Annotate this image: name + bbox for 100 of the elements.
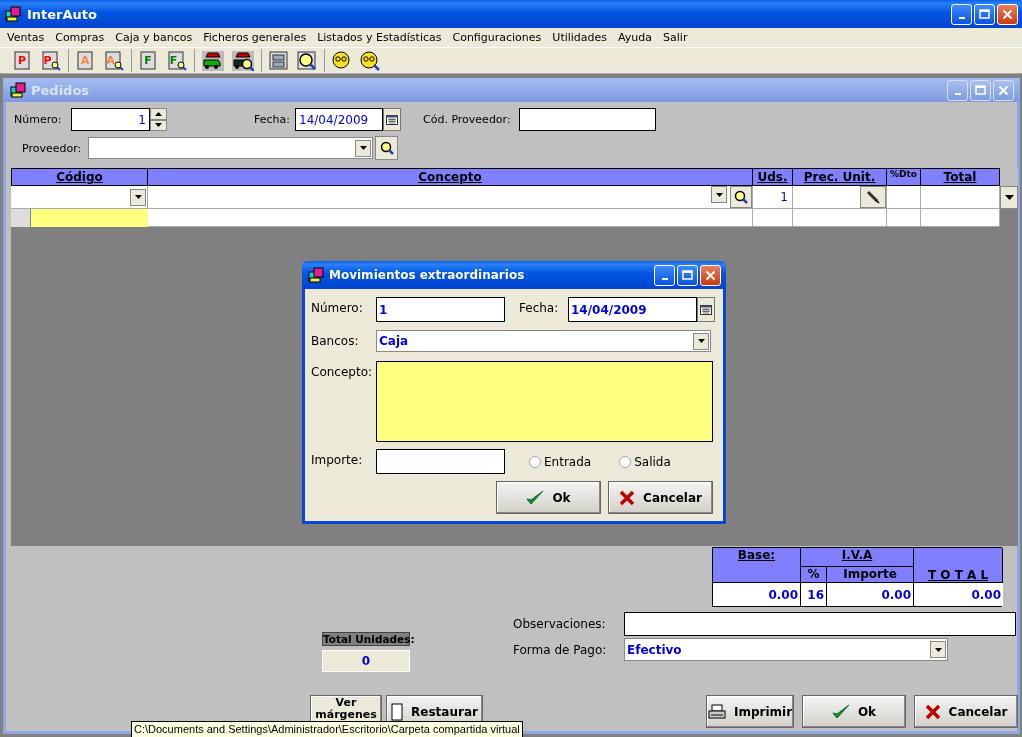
column-header: % <box>801 567 827 583</box>
number-field[interactable]: 1 <box>71 108 150 131</box>
ok-button[interactable]: Ok <box>802 695 906 728</box>
dropdown-button[interactable] <box>693 332 709 350</box>
search-icon <box>733 189 749 205</box>
price-field[interactable] <box>793 186 887 209</box>
menu-item[interactable]: Configuraciones <box>447 30 548 44</box>
maximize-icon <box>682 270 693 280</box>
caret-icon <box>934 647 942 652</box>
column-header: Uds. <box>753 168 793 186</box>
document-search-icon[interactable]: F <box>167 50 187 71</box>
payment-combo[interactable]: Efectivo <box>624 638 948 661</box>
table-cell: 1 <box>753 186 793 209</box>
close-icon <box>1002 8 1013 20</box>
window-icon[interactable] <box>269 50 289 71</box>
app-icon <box>4 5 22 23</box>
row-selector[interactable] <box>11 209 31 227</box>
calendar-button[interactable] <box>697 297 715 322</box>
dropdown-button[interactable] <box>130 188 146 206</box>
dropdown-button[interactable] <box>355 139 371 157</box>
ok-button[interactable]: Ok <box>496 481 601 514</box>
caret-icon <box>697 339 705 343</box>
dialog-title: Movimientos extraordinarios <box>329 268 526 282</box>
dropdown-button[interactable] <box>711 186 727 203</box>
field-label: Número: <box>311 300 364 317</box>
menu-item[interactable]: Ficheros generales <box>198 30 313 44</box>
dropdown-button[interactable] <box>930 641 946 658</box>
menu-item[interactable]: Utilidades <box>547 30 614 44</box>
pencil-button[interactable] <box>860 186 886 208</box>
cars-icon[interactable] <box>202 50 224 71</box>
maximize-icon <box>975 85 986 95</box>
close-icon <box>998 84 1009 96</box>
cancel-button[interactable]: Cancelar <box>914 695 1018 728</box>
dropdown-button[interactable] <box>1000 186 1018 209</box>
smiley-icon[interactable] <box>332 50 352 71</box>
menu-item[interactable]: Salir <box>658 30 694 44</box>
menu-item[interactable]: Listados y Estadísticas <box>312 30 448 44</box>
caret-icon <box>359 146 367 150</box>
table-cell: 16 <box>801 583 827 606</box>
date-field[interactable]: 14/04/2009 <box>568 297 697 322</box>
calendar-icon <box>386 114 398 125</box>
minimize-button[interactable] <box>947 79 968 101</box>
check-icon <box>831 703 850 720</box>
date-field[interactable]: 14/04/2009 <box>295 108 383 131</box>
column-header: Concepto <box>148 168 753 186</box>
menu-item[interactable]: Ventas <box>2 30 51 44</box>
number-field[interactable]: 1 <box>376 297 505 322</box>
table-cell <box>887 209 921 227</box>
spin-up-button[interactable] <box>150 108 167 120</box>
column-header: T O T A L <box>914 548 1003 583</box>
menu-item[interactable]: Caja y bancos <box>110 30 199 44</box>
field-label: Bancos: <box>311 333 360 350</box>
minimize-icon <box>661 278 668 280</box>
caret-icon <box>1004 195 1014 200</box>
print-button[interactable]: Imprimir <box>706 695 794 728</box>
table-cell: 0.00 <box>713 583 801 606</box>
close-button[interactable] <box>993 79 1014 101</box>
column-header: Código <box>11 168 148 186</box>
maximize-icon <box>979 9 990 19</box>
menu-item[interactable]: Ayuda <box>613 30 659 44</box>
total-units-value: 0 <box>322 650 410 672</box>
document-icon[interactable]: F <box>139 50 159 71</box>
smiley-search-icon[interactable] <box>360 50 380 71</box>
supplier-code-field[interactable] <box>519 108 656 131</box>
column-header: Importe <box>827 567 914 583</box>
field-label: Número: <box>14 113 63 126</box>
search-button[interactable] <box>730 186 752 208</box>
notes-field[interactable] <box>624 612 1016 636</box>
field-label: Forma de Pago: <box>513 642 608 657</box>
caret-icon <box>134 195 142 199</box>
car-search-icon[interactable] <box>232 50 254 71</box>
column-header: Base: <box>713 548 801 583</box>
radio-button[interactable]: Entrada <box>529 454 592 469</box>
table-cell <box>753 209 793 227</box>
table-cell: 0.00 <box>827 583 914 606</box>
close-icon <box>705 269 716 281</box>
calendar-button[interactable] <box>383 108 401 131</box>
field-label: Observaciones: <box>513 617 607 631</box>
minimize-icon <box>954 93 961 95</box>
amount-field[interactable] <box>376 449 505 474</box>
calendar-icon <box>700 304 712 315</box>
field-label: Fecha: <box>254 113 291 126</box>
table-cell: 0.00 <box>914 583 1003 606</box>
tooltip: C:\Documents and Settings\Administrador\Escritorio\Carpeta compartida virtual <box>131 721 523 737</box>
window-search-icon[interactable] <box>297 50 317 71</box>
cancel-button[interactable]: Cancelar <box>608 481 713 514</box>
cross-icon <box>619 489 636 506</box>
app-icon <box>307 266 325 284</box>
menu-item[interactable]: Compras <box>50 30 111 44</box>
cross-icon <box>924 703 941 720</box>
column-header: Prec. Unit. <box>793 168 887 186</box>
concept-text-area[interactable] <box>376 361 713 442</box>
field-label: Fecha: <box>519 300 560 317</box>
column-header: Total <box>921 168 1000 186</box>
radio-button[interactable]: Salida <box>619 454 671 469</box>
field-label: Proveedor: <box>22 141 83 155</box>
search-button[interactable] <box>375 136 398 160</box>
bank-combo[interactable]: Caja <box>376 330 711 352</box>
field-label: Cód. Proveedor: <box>423 113 512 126</box>
maximize-button[interactable] <box>970 79 991 101</box>
